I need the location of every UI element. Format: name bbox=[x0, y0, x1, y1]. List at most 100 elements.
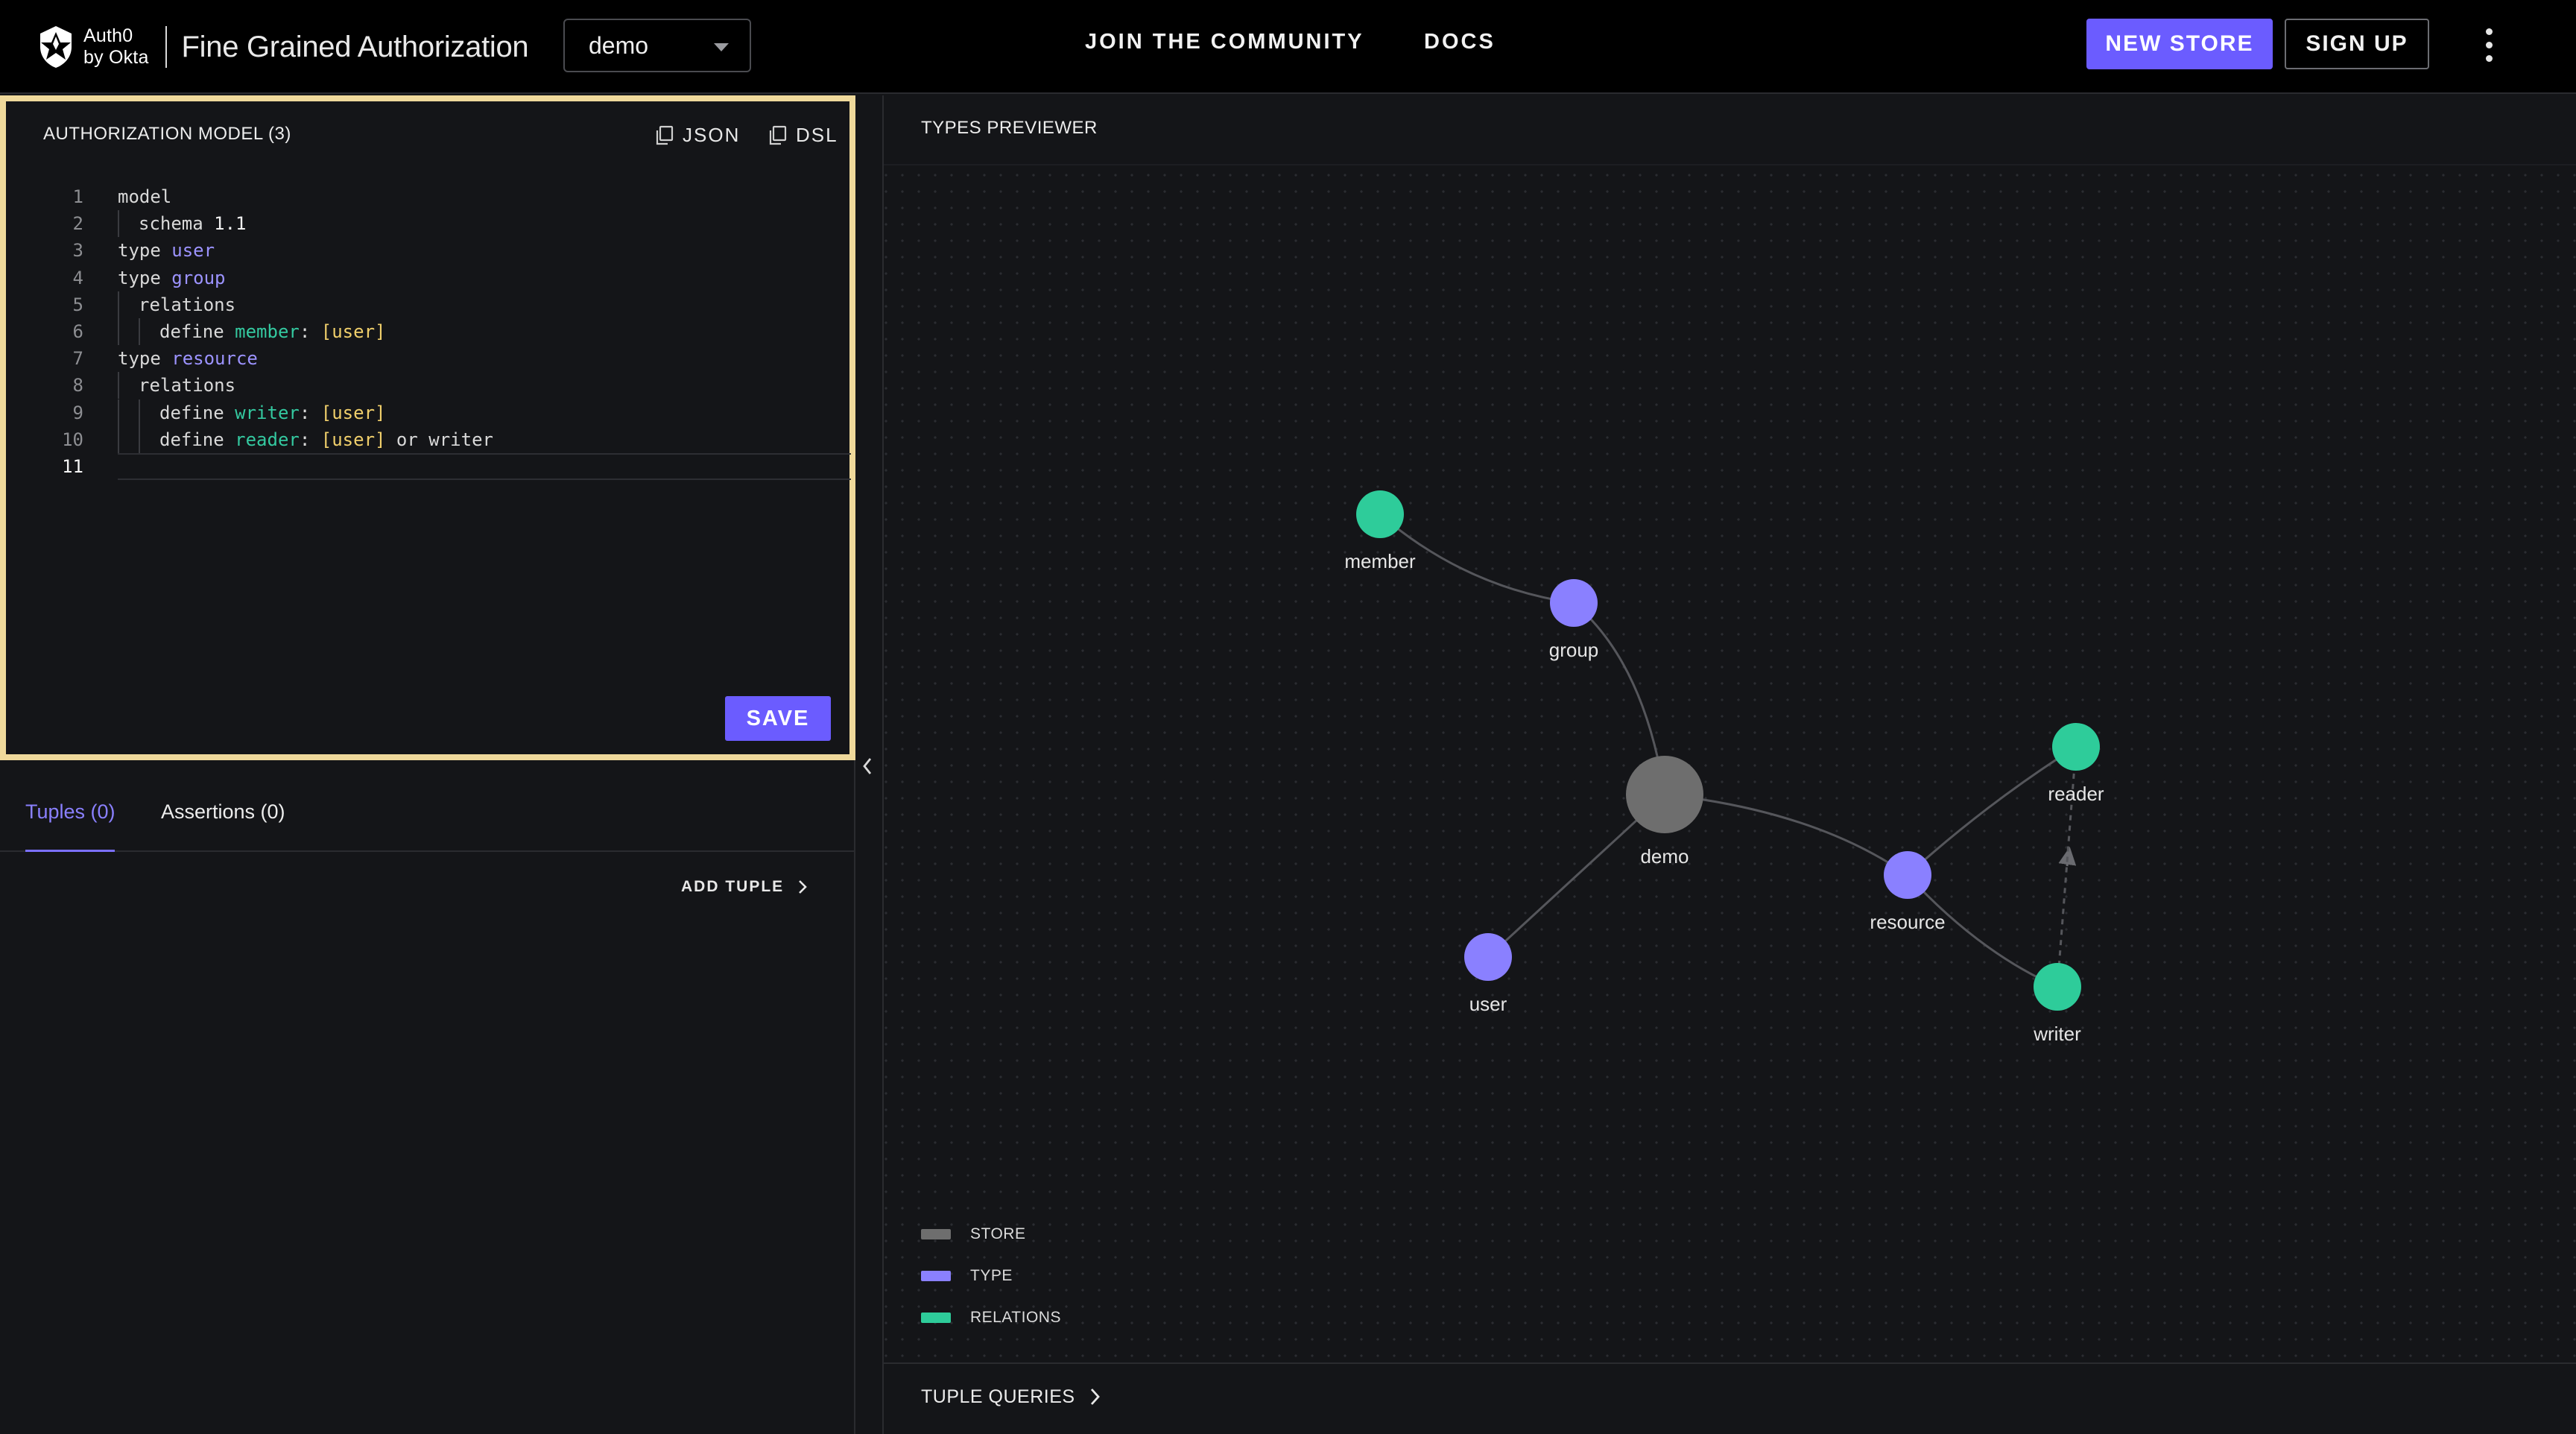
code-line[interactable]: 6 define member: [user] bbox=[30, 318, 849, 345]
chevron-left-icon[interactable] bbox=[858, 754, 876, 778]
code-token: 1.1 bbox=[214, 213, 247, 235]
indent-guide bbox=[118, 291, 139, 318]
graph-node-label: group bbox=[1549, 639, 1599, 661]
graph-node-reader[interactable]: reader bbox=[2048, 723, 2104, 805]
code-token: define bbox=[159, 402, 235, 423]
legend-swatch bbox=[921, 1271, 951, 1281]
brand-line-1: Auth0 bbox=[83, 25, 133, 46]
code-line[interactable]: 3 type user bbox=[30, 237, 849, 264]
line-number: 6 bbox=[72, 320, 83, 342]
code-text: relations bbox=[118, 291, 235, 318]
copy-icon bbox=[769, 125, 787, 145]
chevron-right-icon bbox=[1090, 1389, 1100, 1405]
graph-node-circle[interactable] bbox=[1356, 490, 1404, 538]
code-line[interactable]: 5 relations bbox=[30, 291, 849, 318]
legend-item-type: TYPE bbox=[921, 1255, 1061, 1297]
auth0-shield-icon bbox=[40, 26, 72, 68]
line-number: 5 bbox=[72, 294, 83, 315]
docs-link[interactable]: DOCS bbox=[1424, 30, 1496, 54]
graph-node-writer[interactable]: writer bbox=[2033, 963, 2081, 1045]
brand-line-2: by Okta bbox=[83, 47, 149, 68]
add-tuple-label: ADD TUPLE bbox=[681, 878, 785, 895]
legend-item-relations: RELATIONS bbox=[921, 1297, 1061, 1339]
tab-assertions[interactable]: Assertions (0) bbox=[161, 800, 285, 824]
graph-node-resource[interactable]: resource bbox=[1870, 851, 1946, 933]
sign-up-button[interactable]: SIGN UP bbox=[2285, 19, 2429, 69]
line-number: 11 bbox=[62, 455, 83, 477]
legend-label: TYPE bbox=[970, 1267, 1013, 1284]
product-name: Fine Grained Authorization bbox=[181, 30, 529, 63]
code-token: schema bbox=[139, 213, 215, 235]
indent-guide bbox=[139, 318, 159, 345]
code-token: model bbox=[118, 186, 172, 207]
copy-dsl-label: DSL bbox=[796, 124, 838, 146]
code-token: resource bbox=[171, 348, 258, 370]
legend-item-store: STORE bbox=[921, 1213, 1061, 1255]
tuples-panel: Tuples (0) Assertions (0) ADD TUPLE bbox=[0, 760, 855, 1434]
code-text: type group bbox=[118, 265, 226, 291]
join-community-link[interactable]: JOIN THE COMMUNITY bbox=[1085, 30, 1364, 54]
tuple-queries-toggle[interactable]: TUPLE QUERIES bbox=[882, 1362, 2576, 1434]
graph-edge-resource-reader bbox=[1906, 745, 2077, 876]
legend-label: RELATIONS bbox=[970, 1309, 1061, 1326]
code-line[interactable]: 10 define reader: [user] or writer bbox=[30, 426, 849, 453]
graph-node-member[interactable]: member bbox=[1344, 490, 1416, 572]
code-token: : bbox=[299, 429, 321, 450]
code-line[interactable]: 11 bbox=[30, 452, 851, 480]
code-line[interactable]: 2 schema 1.1 bbox=[30, 210, 849, 238]
indent-guide bbox=[118, 210, 139, 238]
graph-node-circle[interactable] bbox=[2052, 723, 2100, 771]
code-token: type bbox=[118, 267, 172, 288]
current-line-highlight bbox=[118, 452, 851, 480]
code-token: user bbox=[171, 240, 215, 262]
add-tuple-button[interactable]: ADD TUPLE bbox=[681, 878, 808, 896]
active-tab-indicator bbox=[25, 850, 115, 852]
code-line[interactable]: 7 type resource bbox=[30, 345, 849, 372]
code-text: define reader: [user] or writer bbox=[118, 426, 493, 453]
graph-node-label: demo bbox=[1640, 845, 1689, 868]
brand[interactable]: Auth0 by Okta Fine Grained Authorization bbox=[37, 21, 529, 73]
more-vertical-icon[interactable] bbox=[2481, 28, 2498, 63]
indent-guide bbox=[118, 372, 139, 399]
code-line[interactable]: 8 relations bbox=[30, 372, 849, 399]
graph-node-label: writer bbox=[2033, 1023, 2081, 1045]
line-number: 2 bbox=[72, 213, 83, 235]
types-graph[interactable]: member group demo user resource reader writer bbox=[884, 95, 2576, 1362]
graph-node-demo[interactable]: demo bbox=[1626, 756, 1703, 868]
graph-node-circle[interactable] bbox=[1464, 933, 1512, 981]
store-select[interactable]: demo bbox=[563, 19, 751, 72]
code-text: schema 1.1 bbox=[118, 210, 247, 238]
graph-node-circle[interactable] bbox=[1884, 851, 1931, 899]
copy-dsl-button[interactable]: DSL bbox=[768, 124, 838, 147]
top-navigation: Auth0 by Okta Fine Grained Authorization… bbox=[0, 0, 2576, 94]
code-token: [user] bbox=[320, 402, 386, 423]
code-token: define bbox=[159, 429, 235, 450]
code-token: relations bbox=[139, 294, 236, 315]
editor-title: AUTHORIZATION MODEL (3) bbox=[43, 124, 291, 144]
code-token: group bbox=[171, 267, 226, 288]
new-store-button[interactable]: NEW STORE bbox=[2086, 19, 2273, 69]
graph-node-circle[interactable] bbox=[1626, 756, 1703, 833]
code-line[interactable]: 9 define writer: [user] bbox=[30, 399, 849, 426]
legend-swatch bbox=[921, 1229, 951, 1239]
code-text: relations bbox=[118, 372, 235, 399]
graph-node-user[interactable]: user bbox=[1464, 933, 1512, 1015]
line-number: 9 bbox=[72, 402, 83, 423]
line-number: 1 bbox=[72, 186, 83, 207]
copy-json-button[interactable]: JSON bbox=[654, 124, 740, 147]
code-line[interactable]: 1 model bbox=[30, 183, 849, 210]
types-previewer: TYPES PREVIEWER member group demo user resou… bbox=[882, 95, 2576, 1362]
graph-node-label: resource bbox=[1870, 911, 1945, 933]
code-token: [user] bbox=[320, 320, 386, 342]
chevron-right-icon bbox=[799, 880, 808, 894]
code-token: type bbox=[118, 348, 172, 370]
code-line[interactable]: 4 type group bbox=[30, 265, 849, 291]
code-token: member bbox=[235, 320, 300, 342]
code-token: reader bbox=[235, 429, 300, 450]
graph-node-circle[interactable] bbox=[1550, 579, 1598, 627]
code-editor[interactable]: 1 model 2 schema 1.1 3 type user 4 type group 5 r… bbox=[30, 183, 851, 480]
tab-tuples[interactable]: Tuples (0) bbox=[25, 800, 115, 824]
graph-node-circle[interactable] bbox=[2034, 963, 2081, 1011]
authorization-model-editor: AUTHORIZATION MODEL (3) JSON DSL 1 model 2… bbox=[0, 95, 855, 760]
save-button[interactable]: SAVE bbox=[725, 696, 831, 741]
